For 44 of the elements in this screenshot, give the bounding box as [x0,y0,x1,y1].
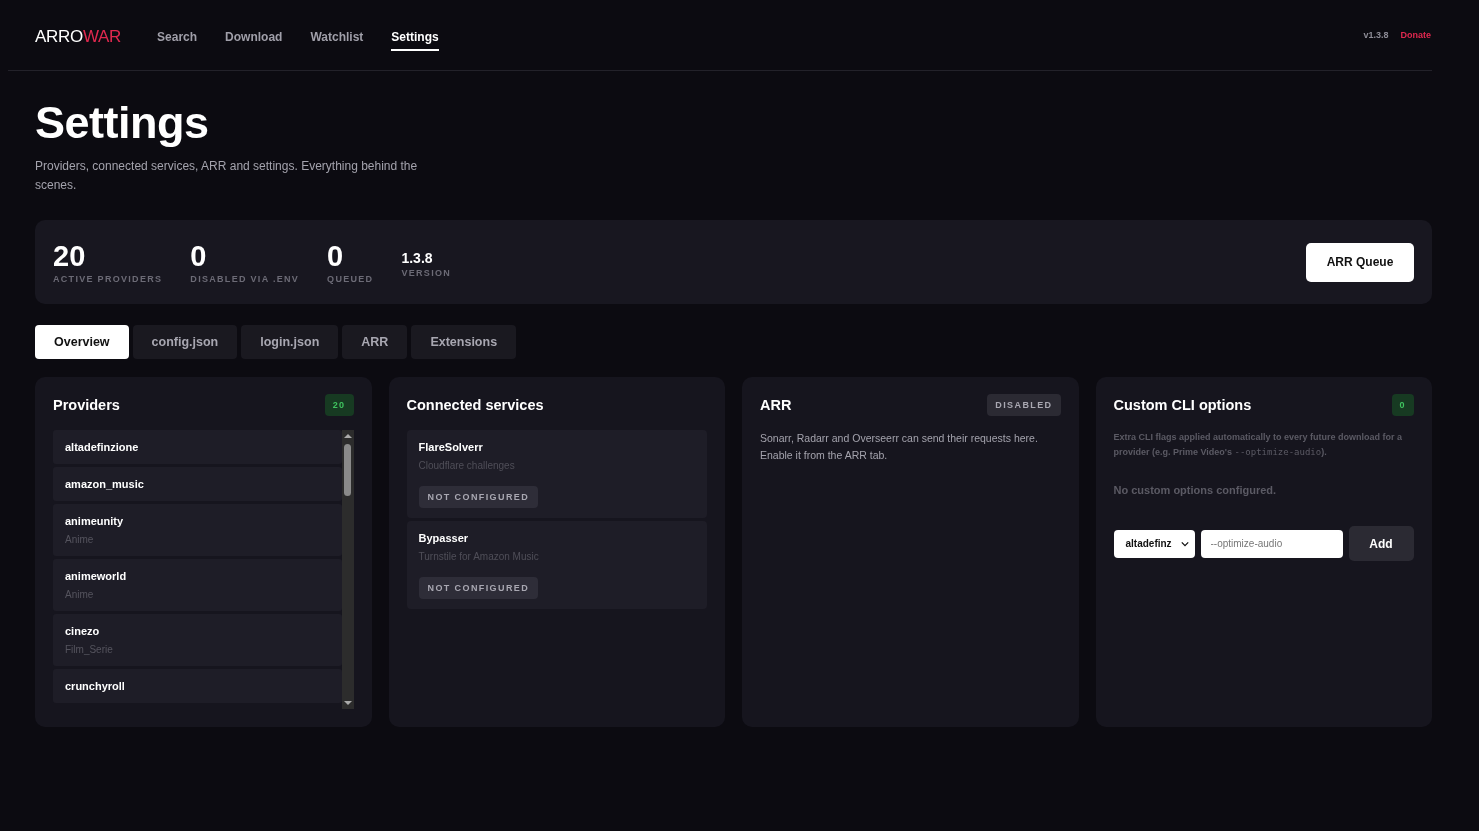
nav-link[interactable]: Search [157,23,198,51]
service-name: Bypasser [418,532,470,544]
cli-description: Extra CLI flags applied automatically to every future download for a provider (e.g. Prime Video's --optimize-audio). [1113,431,1404,459]
tab[interactable]: Extensions [411,325,517,359]
version-label: v1.3.8 [1363,30,1389,40]
add-button[interactable]: Add [1348,526,1414,561]
arr-queue-button[interactable]: ARR Queue [1306,242,1414,282]
page-title: Settings [35,97,210,149]
provider-select[interactable]: altadefinz [1113,529,1195,558]
tab[interactable]: ARR [342,325,408,359]
donate-link[interactable]: Donate [1400,30,1431,40]
card-title: Custom CLI options [1113,397,1252,413]
card-title: Providers [53,397,120,413]
stat-label: DISABLED VIA .ENV [190,274,300,284]
page-subtitle: Providers, connected services, ARR and settings. Everything behind the scenes. [35,158,419,194]
arr-description: Sonarr, Radarr and Overseerr can send their requests here. Enable it from the ARR tab. [760,431,1039,463]
count-badge: DISABLED [987,394,1061,416]
tab[interactable]: login.json [241,325,339,359]
stat-value: 20 [53,240,87,272]
empty-message: No custom options configured. [1113,484,1278,496]
nav-link[interactable]: Watchlist [310,23,364,51]
stat-value: 0 [327,240,345,272]
tab[interactable]: config.json [132,325,238,359]
provider-item[interactable]: crunchyroll [53,669,342,703]
chevron-down-icon [1180,540,1189,547]
service-name: FlareSolverr [418,441,484,453]
count-badge: 20 [324,394,354,416]
status-badge: NOT CONFIGURED [418,577,539,599]
provider-item[interactable]: amazon_music [53,467,342,501]
nav-link[interactable]: Settings [391,23,439,51]
stat-label: VERSION [401,268,452,278]
provider-item[interactable]: altadefinzione [53,430,342,464]
logo[interactable]: ARROWAR [35,27,122,47]
stat-value: 0 [190,240,208,272]
card-title: ARR [760,397,792,413]
nav-link[interactable]: Download [225,23,283,51]
count-badge: 0 [1391,394,1414,416]
flag-input-field[interactable]: --optimize-audio [1200,529,1343,558]
card-title: Connected services [406,397,544,413]
stat-value: 1.3.8 [401,250,434,266]
tab[interactable]: Overview [35,325,129,359]
status-badge: NOT CONFIGURED [418,486,539,508]
stat-label: QUEUED [327,274,374,284]
stat-label: ACTIVE PROVIDERS [53,274,163,284]
